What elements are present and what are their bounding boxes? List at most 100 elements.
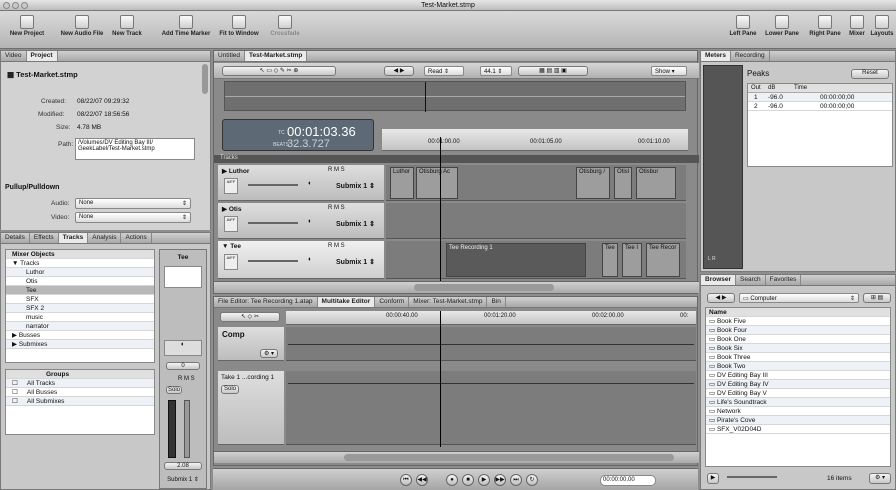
volume-slider[interactable]: [248, 260, 298, 262]
audio-clip[interactable]: Tee Recor: [646, 243, 680, 277]
tracks-group[interactable]: ▼ Tracks: [6, 259, 154, 268]
new-track-button[interactable]: New Track: [108, 15, 146, 37]
add-time-marker-button[interactable]: Add Time Marker: [157, 15, 215, 37]
tab-tracks[interactable]: Tracks: [58, 233, 89, 243]
audio-clip[interactable]: Otisbur: [636, 167, 676, 199]
go-to-end-button[interactable]: ⏭: [510, 474, 522, 486]
comp-lane[interactable]: [286, 327, 696, 361]
tab-details[interactable]: Details: [1, 233, 30, 243]
list-item[interactable]: ▭ Book Four: [706, 326, 890, 335]
list-item[interactable]: Luthor: [6, 268, 154, 277]
tab-test-market[interactable]: Test-Market.stmp: [245, 51, 308, 61]
video-pullup-select[interactable]: None ⇕: [75, 212, 191, 223]
tab-project[interactable]: Project: [26, 51, 58, 61]
multitake-ruler[interactable]: 00:00:40.00 00:01:20.00 00:02:00.00 00:: [286, 311, 696, 325]
global-overview[interactable]: [224, 81, 686, 112]
checkbox[interactable]: ☐: [12, 380, 18, 387]
automation-mode-select[interactable]: Read ⇕: [424, 66, 464, 76]
track-lane-otis[interactable]: [386, 203, 686, 239]
layouts-button[interactable]: Layouts: [869, 15, 895, 37]
record-button[interactable]: ●: [446, 474, 458, 486]
multitake-scroll-bar[interactable]: [214, 451, 699, 463]
strip-solo-button[interactable]: Solo: [166, 386, 182, 394]
volume-slider[interactable]: [248, 184, 298, 186]
strip-value-field[interactable]: 0: [166, 362, 200, 370]
tab-bin[interactable]: Bin: [487, 297, 506, 307]
show-menu[interactable]: Show ▾: [651, 66, 687, 76]
tool-palette[interactable]: ↖ ▭ ◇ ✎ ✂ ⊕: [222, 66, 336, 76]
list-item[interactable]: SFX 2: [6, 304, 154, 313]
track-output[interactable]: Submix 1 ⇕: [336, 258, 375, 266]
new-project-button[interactable]: New Project: [3, 15, 51, 37]
submixes-group[interactable]: ▶ Submixes: [6, 340, 154, 349]
list-item[interactable]: music: [6, 313, 154, 322]
tab-video[interactable]: Video: [1, 51, 27, 61]
list-item[interactable]: ▭ Book One: [706, 335, 890, 344]
strip-level-field[interactable]: 2.08: [164, 462, 202, 470]
tab-untitled[interactable]: Untitled: [214, 51, 246, 61]
sample-rate-select[interactable]: 44.1 ⇕: [480, 66, 512, 76]
list-item[interactable]: ▭ Book Three: [706, 353, 890, 362]
zoom-window-button[interactable]: [21, 2, 28, 9]
left-pane-button[interactable]: Left Pane: [726, 15, 760, 37]
audio-clip[interactable]: Otisl: [614, 167, 632, 199]
list-item[interactable]: ▭ DV Editing Bay IV: [706, 380, 890, 389]
pan-control[interactable]: ◐: [164, 340, 202, 356]
list-item[interactable]: ▭ Book Two: [706, 362, 890, 371]
tab-analysis[interactable]: Analysis: [88, 233, 122, 243]
tab-conform[interactable]: Conform: [375, 297, 410, 307]
browser-action-menu[interactable]: ⚙ ▾: [869, 473, 891, 484]
record-mute-solo[interactable]: R M S: [328, 167, 345, 173]
crossfade-button[interactable]: Crossfade: [265, 15, 305, 37]
track-output[interactable]: Submix 1 ⇕: [336, 182, 375, 190]
list-item[interactable]: Otis: [6, 277, 154, 286]
project-scrollbar[interactable]: [202, 64, 208, 94]
track-lane-luthor[interactable]: Luthor Otisburg Ac Otisburg / Otisl Otis…: [386, 165, 686, 201]
fast-forward-button[interactable]: ▶▶: [494, 474, 506, 486]
nudge-buttons[interactable]: ◀ ▶: [384, 66, 414, 76]
snap-buttons[interactable]: ▦ ▤ ▥ ▣: [518, 66, 588, 76]
audio-clip[interactable]: Tee: [602, 243, 618, 277]
tab-meters[interactable]: Meters: [701, 51, 731, 61]
busses-group[interactable]: ▶ Busses: [6, 331, 154, 340]
tab-actions[interactable]: Actions: [121, 233, 152, 243]
tab-effects[interactable]: Effects: [30, 233, 59, 243]
scroll-thumb[interactable]: [414, 284, 554, 291]
timeline-scroll-bar[interactable]: [214, 281, 699, 293]
take-lane[interactable]: [286, 371, 696, 445]
comp-menu-button[interactable]: ⚙ ▾: [260, 349, 278, 358]
preview-play-button[interactable]: ▶: [707, 473, 719, 484]
timecode-display[interactable]: TC 00:01:03.36 BEATS 32.3.727: [222, 119, 374, 151]
group-row[interactable]: ☐ All Submixes: [6, 397, 154, 406]
pan-knob-icon[interactable]: ◐: [308, 218, 312, 225]
minimize-window-button[interactable]: [12, 2, 19, 9]
rewind-button[interactable]: ◀◀: [416, 474, 428, 486]
view-options-button[interactable]: ⊞ ▤: [863, 293, 891, 303]
reset-peaks-button[interactable]: Reset: [851, 69, 889, 79]
list-item[interactable]: ▭ Network: [706, 407, 890, 416]
pan-knob-icon[interactable]: ◐: [308, 180, 312, 187]
multitake-tools[interactable]: ↖ ◇ ✂: [220, 312, 280, 322]
audio-clip-selected[interactable]: Tee Recording 1: [446, 243, 586, 277]
tab-favorites[interactable]: Favorites: [766, 275, 802, 285]
audio-clip[interactable]: Luthor: [390, 167, 414, 199]
list-item[interactable]: ▭ Book Six: [706, 344, 890, 353]
new-audio-file-button[interactable]: New Audio File: [56, 15, 108, 37]
close-window-button[interactable]: [3, 2, 10, 9]
track-lane-tee[interactable]: Tee Recording 1 Tee Tee I Tee Recor: [386, 241, 686, 279]
strip-fader[interactable]: [184, 400, 190, 458]
stop-button[interactable]: ■: [462, 474, 474, 486]
list-item[interactable]: ▭ DV Editing Bay III: [706, 371, 890, 380]
pan-knob-icon[interactable]: ◐: [308, 256, 312, 263]
tab-mixer[interactable]: Mixer: Test-Market.stmp: [409, 297, 488, 307]
checkbox[interactable]: ☐: [12, 398, 18, 405]
transport-timecode[interactable]: 00:00:00.00: [600, 475, 656, 486]
tab-browser[interactable]: Browser: [701, 275, 737, 285]
group-row[interactable]: ☐ All Busses: [6, 388, 154, 397]
volume-slider[interactable]: [248, 222, 298, 224]
playhead[interactable]: [440, 137, 441, 281]
tab-search[interactable]: Search: [736, 275, 766, 285]
tab-multitake-editor[interactable]: Multitake Editor: [317, 297, 376, 307]
list-item[interactable]: ▭ Book Five: [706, 317, 890, 326]
track-output[interactable]: Submix 1 ⇕: [336, 220, 375, 228]
